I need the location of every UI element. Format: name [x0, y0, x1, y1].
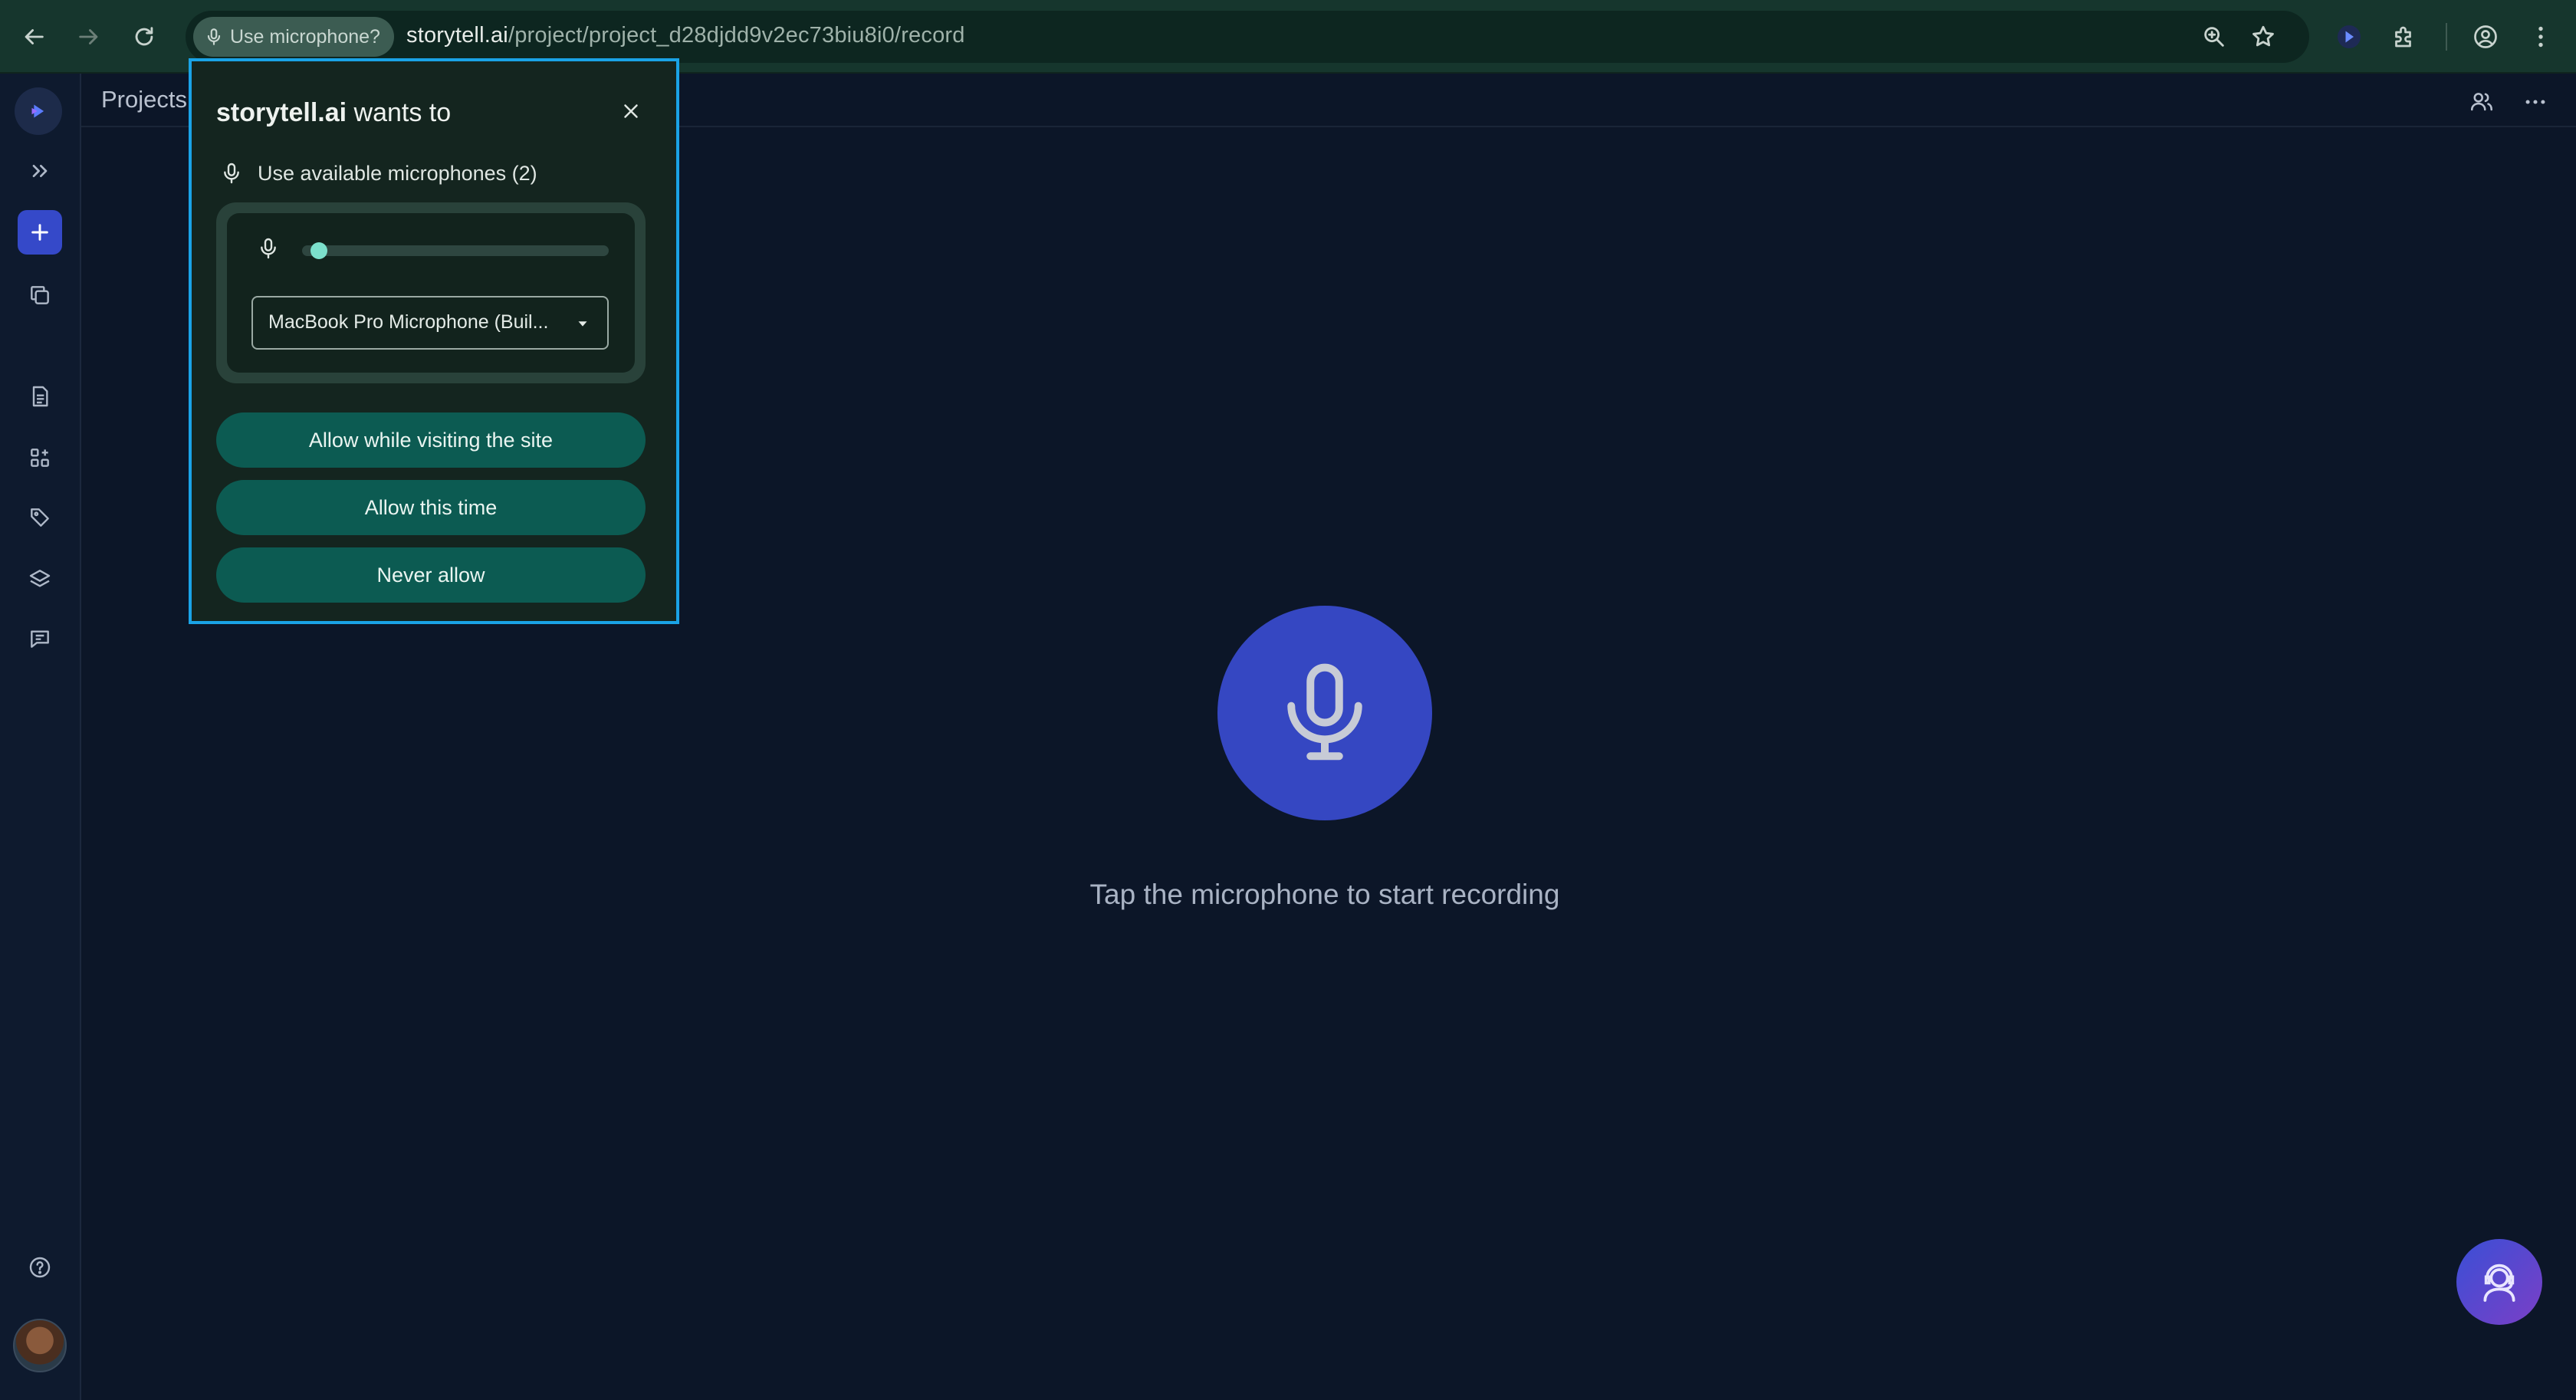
microphone-settings-inner: MacBook Pro Microphone (Buil... — [227, 213, 635, 373]
never-allow-button[interactable]: Never allow — [216, 547, 646, 603]
profile-icon[interactable] — [2467, 18, 2504, 55]
kebab-menu-icon[interactable] — [2522, 18, 2559, 55]
copy-icon[interactable] — [18, 273, 62, 317]
storytell-logo-icon[interactable] — [15, 87, 62, 135]
app-sidebar — [0, 74, 81, 1400]
tag-icon[interactable] — [18, 495, 62, 540]
grid-plus-icon[interactable] — [18, 435, 62, 480]
document-icon[interactable] — [18, 374, 62, 419]
toolbar-divider — [2446, 23, 2447, 51]
extensions-puzzle-icon[interactable] — [2386, 18, 2423, 55]
popup-title: storytell.ai wants to — [216, 98, 451, 128]
microphone-permission-chip[interactable]: Use microphone? — [193, 17, 394, 57]
address-bar[interactable]: Use microphone? storytell.ai/project/pro… — [186, 11, 2309, 63]
zoom-icon[interactable] — [2199, 21, 2229, 52]
url-host: storytell.ai — [406, 23, 508, 48]
microphone-icon — [204, 27, 224, 47]
breadcrumb[interactable]: Projects — [101, 86, 187, 113]
microphone-permission-popup: storytell.ai wants to Use available micr… — [189, 58, 679, 624]
record-hint: Tap the microphone to start recording — [1089, 879, 1560, 910]
url-path: /project/project_d28djdd9v2ec73biu8i0/re… — [508, 23, 965, 48]
question-circle-icon[interactable] — [18, 1245, 62, 1290]
close-icon[interactable] — [613, 94, 649, 129]
microphone-select[interactable]: MacBook Pro Microphone (Buil... — [251, 296, 609, 350]
microphone-icon — [219, 161, 244, 186]
headset-agent-icon — [2475, 1257, 2524, 1306]
selected-microphone: MacBook Pro Microphone (Buil... — [268, 311, 549, 333]
plus-icon — [28, 220, 52, 245]
permission-row: Use available microphones (2) — [219, 161, 537, 186]
popup-title-suffix: wants to — [347, 98, 452, 127]
chat-icon[interactable] — [18, 616, 62, 661]
people-icon[interactable] — [2464, 84, 2499, 120]
popup-site: storytell.ai — [216, 98, 347, 127]
avatar[interactable] — [13, 1319, 67, 1372]
star-icon[interactable] — [2248, 21, 2279, 52]
permission-chip-label: Use microphone? — [230, 25, 380, 48]
microphone-settings-panel: MacBook Pro Microphone (Buil... — [216, 202, 646, 383]
caret-down-icon — [573, 314, 592, 333]
reload-icon[interactable] — [126, 18, 163, 55]
allow-while-visiting-button[interactable]: Allow while visiting the site — [216, 412, 646, 468]
url-text[interactable]: storytell.ai/project/project_d28djdd9v2e… — [406, 23, 965, 48]
layers-icon[interactable] — [18, 557, 62, 601]
more-options-icon[interactable] — [2518, 84, 2553, 120]
mic-level-meter — [302, 242, 609, 259]
microphone-icon — [1267, 656, 1382, 771]
record-button[interactable] — [1217, 606, 1432, 820]
new-item-button[interactable] — [18, 210, 62, 255]
double-chevron-right-icon[interactable] — [18, 149, 62, 193]
mic-level-indicator — [310, 242, 327, 259]
microphone-icon — [253, 233, 284, 264]
allow-this-time-button[interactable]: Allow this time — [216, 480, 646, 535]
support-agent-button[interactable] — [2456, 1239, 2542, 1325]
permission-label: Use available microphones (2) — [258, 161, 537, 185]
forward-arrow-icon[interactable] — [71, 18, 107, 55]
storytell-extension-icon[interactable] — [2331, 18, 2367, 55]
back-arrow-icon[interactable] — [15, 18, 52, 55]
